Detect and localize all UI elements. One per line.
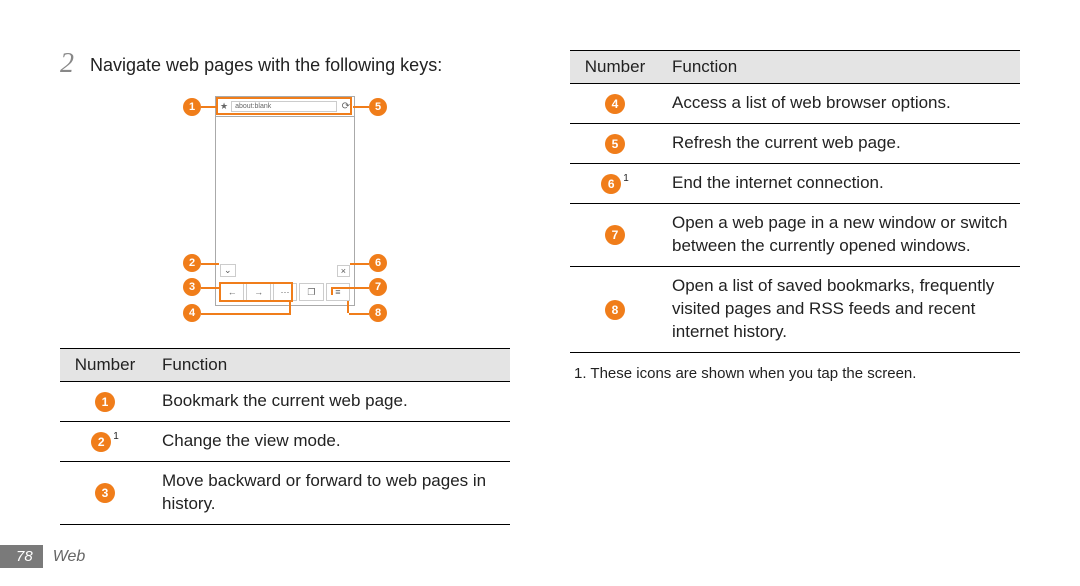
callout-8: 8	[369, 304, 387, 322]
leader-4v	[289, 301, 291, 313]
diagram-wrap: ★ about:blank ⟳ ⌄ × ← → ⋯ ❐ ≡	[60, 96, 510, 326]
right-column: Number Function 4 Access a list of web b…	[570, 50, 1020, 525]
table-row: 1 Bookmark the current web page.	[60, 382, 510, 422]
phone-frame: ★ about:blank ⟳ ⌄ × ← → ⋯ ❐ ≡	[215, 96, 355, 306]
row-sup: 1	[113, 431, 119, 442]
close-icon: ×	[337, 265, 350, 277]
th-function: Function	[150, 349, 510, 382]
leader-4	[201, 313, 291, 315]
leader-6	[350, 263, 369, 265]
row-num: 5	[605, 134, 625, 154]
row-num: 3	[95, 483, 115, 503]
leader-1	[201, 106, 217, 108]
function-table-left: Number Function 1 Bookmark the current w…	[60, 348, 510, 525]
leader-3	[201, 287, 219, 289]
step-number: 2	[60, 50, 78, 78]
callout-3: 3	[183, 278, 201, 296]
row-num: 7	[605, 225, 625, 245]
row-text: Refresh the current web page.	[660, 123, 1020, 163]
th-number: Number	[570, 51, 660, 84]
footnote: 1. These icons are shown when you tap th…	[570, 365, 1020, 382]
highlight-top-bar	[216, 97, 352, 115]
th-function: Function	[660, 51, 1020, 84]
table-row: 61 End the internet connection.	[570, 163, 1020, 203]
row-text: Open a list of saved bookmarks, frequent…	[660, 266, 1020, 352]
table-row: 8 Open a list of saved bookmarks, freque…	[570, 266, 1020, 352]
callout-1: 1	[183, 98, 201, 116]
highlight-nav-group	[219, 282, 293, 302]
step-row: 2 Navigate web pages with the following …	[60, 50, 510, 78]
chevron-down-icon: ⌄	[220, 264, 236, 277]
leader-7	[333, 287, 369, 289]
row-num: 6	[601, 174, 621, 194]
left-column: 2 Navigate web pages with the following …	[60, 50, 510, 525]
page-body: 2 Navigate web pages with the following …	[0, 0, 1080, 585]
row-text: Bookmark the current web page.	[150, 382, 510, 422]
table-row: 3 Move backward or forward to web pages …	[60, 461, 510, 524]
leader-8	[349, 313, 369, 315]
row-text: Change the view mode.	[150, 421, 510, 461]
row-text: Access a list of web browser options.	[660, 84, 1020, 124]
callout-7: 7	[369, 278, 387, 296]
section-title: Web	[53, 548, 86, 566]
row-num: 4	[605, 94, 625, 114]
phone-mid-row: ⌄ ×	[220, 264, 350, 277]
callout-6: 6	[369, 254, 387, 272]
bookmarks-list-icon: ≡	[326, 283, 350, 301]
function-table-right: Number Function 4 Access a list of web b…	[570, 50, 1020, 353]
callout-4: 4	[183, 304, 201, 322]
browser-diagram: ★ about:blank ⟳ ⌄ × ← → ⋯ ❐ ≡	[145, 96, 425, 326]
step-text: Navigate web pages with the following ke…	[90, 50, 442, 77]
table-row: 7 Open a web page in a new window or swi…	[570, 203, 1020, 266]
leader-2	[201, 263, 219, 265]
row-sup: 1	[623, 173, 629, 184]
table-row: 4 Access a list of web browser options.	[570, 84, 1020, 124]
th-number: Number	[60, 349, 150, 382]
row-text: Open a web page in a new window or switc…	[660, 203, 1020, 266]
table-row: 5 Refresh the current web page.	[570, 123, 1020, 163]
leader-7v	[331, 287, 333, 295]
page-number: 78	[0, 545, 43, 568]
row-num: 1	[95, 392, 115, 412]
page-footer: 78 Web	[0, 545, 85, 568]
table-row: 21 Change the view mode.	[60, 421, 510, 461]
row-text: End the internet connection.	[660, 163, 1020, 203]
leader-5	[353, 106, 369, 108]
callout-2: 2	[183, 254, 201, 272]
row-text: Move backward or forward to web pages in…	[150, 461, 510, 524]
row-num: 8	[605, 300, 625, 320]
leader-8v	[347, 301, 349, 313]
callout-5: 5	[369, 98, 387, 116]
windows-icon: ❐	[299, 283, 323, 301]
row-num: 2	[91, 432, 111, 452]
